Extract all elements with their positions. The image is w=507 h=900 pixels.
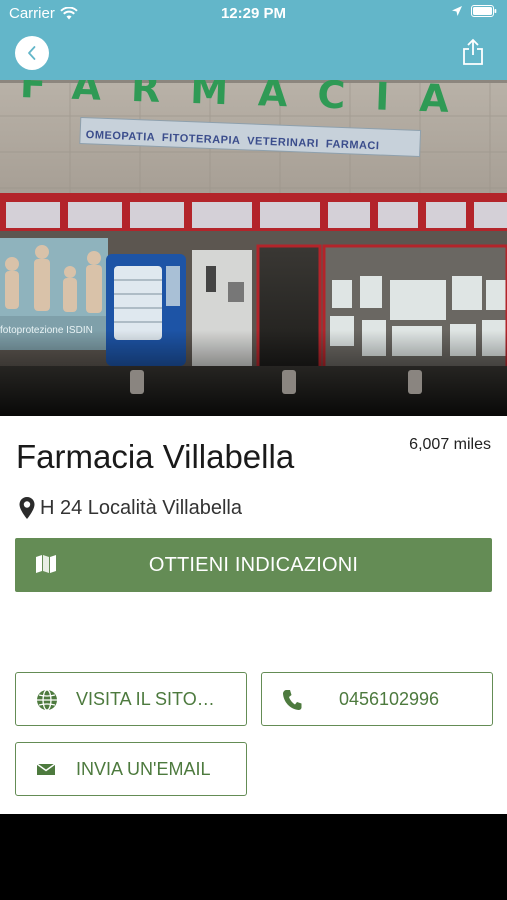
bottom-empty-area	[0, 814, 507, 900]
poster-text: fotoprotezione ISDIN	[0, 325, 93, 336]
visit-website-label: VISITA IL SITO…	[76, 689, 215, 709]
pharmacy-detail-card: Farmacia Villabella 6,007 miles H 24 Loc…	[0, 416, 507, 814]
distance-label: 6,007 miles	[409, 436, 491, 453]
call-phone-button[interactable]: 0456102996	[261, 672, 493, 726]
phone-number-label: 0456102996	[338, 689, 440, 709]
get-directions-button[interactable]: OTTIENI INDICAZIONI	[15, 538, 492, 592]
map-pin-icon	[19, 497, 35, 519]
battery-icon	[471, 5, 497, 17]
share-icon[interactable]	[461, 38, 485, 66]
globe-icon	[37, 689, 57, 711]
address-row: H 24 Località Villabella	[18, 496, 242, 520]
navigation-bar	[0, 28, 507, 80]
clock: 12:29 PM	[220, 5, 287, 22]
send-email-label: INVIA UN'EMAIL	[76, 759, 211, 779]
pharmacy-photo: FARMACIA OMEOPATIA FITOTERAPIA VETERINAR…	[0, 80, 507, 416]
address-text: H 24 Località Villabella	[40, 496, 242, 519]
back-chevron-icon	[28, 46, 36, 60]
status-bar: Carrier 12:29 PM	[0, 0, 507, 28]
send-email-button[interactable]: INVIA UN'EMAIL	[15, 742, 247, 796]
back-button[interactable]	[15, 36, 49, 70]
location-arrow-icon	[452, 6, 462, 16]
pharmacy-name: Farmacia Villabella	[16, 438, 295, 475]
mail-icon	[36, 763, 56, 775]
get-directions-label: OTTIENI INDICAZIONI	[148, 554, 359, 576]
visit-website-button[interactable]: VISITA IL SITO…	[15, 672, 247, 726]
status-right	[451, 5, 497, 17]
